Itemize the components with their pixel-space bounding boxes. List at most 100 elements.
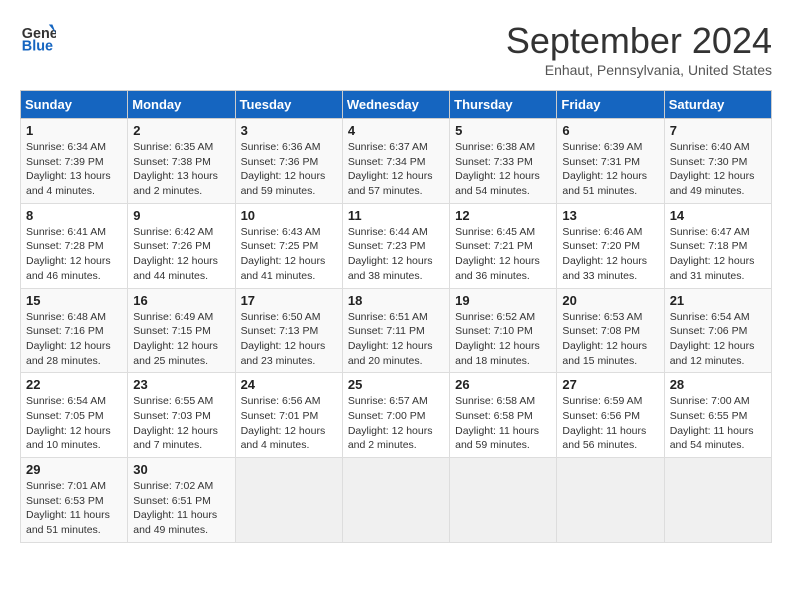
day-number: 18 xyxy=(348,293,444,308)
day-detail: Sunrise: 6:45 AMSunset: 7:21 PMDaylight:… xyxy=(455,225,551,284)
day-number: 10 xyxy=(241,208,337,223)
calendar-cell: 6 Sunrise: 6:39 AMSunset: 7:31 PMDayligh… xyxy=(557,119,664,204)
day-detail: Sunrise: 6:56 AMSunset: 7:01 PMDaylight:… xyxy=(241,394,337,453)
day-number: 28 xyxy=(670,377,766,392)
day-detail: Sunrise: 6:42 AMSunset: 7:26 PMDaylight:… xyxy=(133,225,229,284)
calendar-title: September 2024 xyxy=(506,20,772,62)
day-number: 13 xyxy=(562,208,658,223)
day-number: 11 xyxy=(348,208,444,223)
day-number: 3 xyxy=(241,123,337,138)
logo: General Blue xyxy=(20,20,56,56)
calendar-cell: 22 Sunrise: 6:54 AMSunset: 7:05 PMDaylig… xyxy=(21,373,128,458)
day-detail: Sunrise: 6:37 AMSunset: 7:34 PMDaylight:… xyxy=(348,140,444,199)
day-number: 24 xyxy=(241,377,337,392)
day-number: 2 xyxy=(133,123,229,138)
header-monday: Monday xyxy=(128,91,235,119)
day-detail: Sunrise: 6:39 AMSunset: 7:31 PMDaylight:… xyxy=(562,140,658,199)
calendar-cell: 7 Sunrise: 6:40 AMSunset: 7:30 PMDayligh… xyxy=(664,119,771,204)
page-header: General Blue September 2024 Enhaut, Penn… xyxy=(20,20,772,78)
day-number: 19 xyxy=(455,293,551,308)
day-number: 8 xyxy=(26,208,122,223)
day-detail: Sunrise: 6:35 AMSunset: 7:38 PMDaylight:… xyxy=(133,140,229,199)
day-detail: Sunrise: 6:40 AMSunset: 7:30 PMDaylight:… xyxy=(670,140,766,199)
day-detail: Sunrise: 6:36 AMSunset: 7:36 PMDaylight:… xyxy=(241,140,337,199)
svg-text:Blue: Blue xyxy=(22,39,53,55)
calendar-cell: 11 Sunrise: 6:44 AMSunset: 7:23 PMDaylig… xyxy=(342,203,449,288)
calendar-cell: 24 Sunrise: 6:56 AMSunset: 7:01 PMDaylig… xyxy=(235,373,342,458)
day-number: 12 xyxy=(455,208,551,223)
calendar-cell: 29 Sunrise: 7:01 AMSunset: 6:53 PMDaylig… xyxy=(21,458,128,543)
logo-icon: General Blue xyxy=(20,20,56,56)
calendar-cell: 13 Sunrise: 6:46 AMSunset: 7:20 PMDaylig… xyxy=(557,203,664,288)
calendar-cell: 14 Sunrise: 6:47 AMSunset: 7:18 PMDaylig… xyxy=(664,203,771,288)
day-number: 23 xyxy=(133,377,229,392)
calendar-cell: 17 Sunrise: 6:50 AMSunset: 7:13 PMDaylig… xyxy=(235,288,342,373)
calendar-cell xyxy=(342,458,449,543)
calendar-cell xyxy=(235,458,342,543)
calendar-cell: 23 Sunrise: 6:55 AMSunset: 7:03 PMDaylig… xyxy=(128,373,235,458)
day-detail: Sunrise: 6:59 AMSunset: 6:56 PMDaylight:… xyxy=(562,394,658,453)
calendar-week-row: 29 Sunrise: 7:01 AMSunset: 6:53 PMDaylig… xyxy=(21,458,772,543)
day-detail: Sunrise: 7:02 AMSunset: 6:51 PMDaylight:… xyxy=(133,479,229,538)
calendar-cell: 4 Sunrise: 6:37 AMSunset: 7:34 PMDayligh… xyxy=(342,119,449,204)
day-number: 22 xyxy=(26,377,122,392)
day-detail: Sunrise: 6:43 AMSunset: 7:25 PMDaylight:… xyxy=(241,225,337,284)
calendar-cell: 27 Sunrise: 6:59 AMSunset: 6:56 PMDaylig… xyxy=(557,373,664,458)
day-detail: Sunrise: 6:34 AMSunset: 7:39 PMDaylight:… xyxy=(26,140,122,199)
calendar-week-row: 8 Sunrise: 6:41 AMSunset: 7:28 PMDayligh… xyxy=(21,203,772,288)
calendar-cell: 30 Sunrise: 7:02 AMSunset: 6:51 PMDaylig… xyxy=(128,458,235,543)
day-detail: Sunrise: 6:38 AMSunset: 7:33 PMDaylight:… xyxy=(455,140,551,199)
day-number: 20 xyxy=(562,293,658,308)
day-number: 25 xyxy=(348,377,444,392)
day-detail: Sunrise: 6:51 AMSunset: 7:11 PMDaylight:… xyxy=(348,310,444,369)
header-thursday: Thursday xyxy=(450,91,557,119)
weekday-header-row: Sunday Monday Tuesday Wednesday Thursday… xyxy=(21,91,772,119)
header-wednesday: Wednesday xyxy=(342,91,449,119)
day-detail: Sunrise: 6:48 AMSunset: 7:16 PMDaylight:… xyxy=(26,310,122,369)
day-detail: Sunrise: 6:53 AMSunset: 7:08 PMDaylight:… xyxy=(562,310,658,369)
header-friday: Friday xyxy=(557,91,664,119)
day-detail: Sunrise: 6:52 AMSunset: 7:10 PMDaylight:… xyxy=(455,310,551,369)
calendar-cell: 10 Sunrise: 6:43 AMSunset: 7:25 PMDaylig… xyxy=(235,203,342,288)
calendar-cell: 20 Sunrise: 6:53 AMSunset: 7:08 PMDaylig… xyxy=(557,288,664,373)
calendar-week-row: 15 Sunrise: 6:48 AMSunset: 7:16 PMDaylig… xyxy=(21,288,772,373)
calendar-cell: 8 Sunrise: 6:41 AMSunset: 7:28 PMDayligh… xyxy=(21,203,128,288)
calendar-cell xyxy=(664,458,771,543)
day-detail: Sunrise: 6:41 AMSunset: 7:28 PMDaylight:… xyxy=(26,225,122,284)
day-number: 1 xyxy=(26,123,122,138)
day-number: 26 xyxy=(455,377,551,392)
day-number: 14 xyxy=(670,208,766,223)
title-block: September 2024 Enhaut, Pennsylvania, Uni… xyxy=(506,20,772,78)
day-number: 16 xyxy=(133,293,229,308)
day-detail: Sunrise: 6:49 AMSunset: 7:15 PMDaylight:… xyxy=(133,310,229,369)
day-detail: Sunrise: 6:57 AMSunset: 7:00 PMDaylight:… xyxy=(348,394,444,453)
day-detail: Sunrise: 6:58 AMSunset: 6:58 PMDaylight:… xyxy=(455,394,551,453)
day-number: 27 xyxy=(562,377,658,392)
day-number: 4 xyxy=(348,123,444,138)
header-sunday: Sunday xyxy=(21,91,128,119)
calendar-cell: 9 Sunrise: 6:42 AMSunset: 7:26 PMDayligh… xyxy=(128,203,235,288)
day-detail: Sunrise: 6:55 AMSunset: 7:03 PMDaylight:… xyxy=(133,394,229,453)
calendar-cell: 18 Sunrise: 6:51 AMSunset: 7:11 PMDaylig… xyxy=(342,288,449,373)
calendar-cell: 26 Sunrise: 6:58 AMSunset: 6:58 PMDaylig… xyxy=(450,373,557,458)
day-detail: Sunrise: 6:54 AMSunset: 7:06 PMDaylight:… xyxy=(670,310,766,369)
calendar-cell: 19 Sunrise: 6:52 AMSunset: 7:10 PMDaylig… xyxy=(450,288,557,373)
calendar-cell: 25 Sunrise: 6:57 AMSunset: 7:00 PMDaylig… xyxy=(342,373,449,458)
day-detail: Sunrise: 6:54 AMSunset: 7:05 PMDaylight:… xyxy=(26,394,122,453)
calendar-cell: 3 Sunrise: 6:36 AMSunset: 7:36 PMDayligh… xyxy=(235,119,342,204)
calendar-cell: 21 Sunrise: 6:54 AMSunset: 7:06 PMDaylig… xyxy=(664,288,771,373)
day-detail: Sunrise: 7:01 AMSunset: 6:53 PMDaylight:… xyxy=(26,479,122,538)
calendar-cell: 1 Sunrise: 6:34 AMSunset: 7:39 PMDayligh… xyxy=(21,119,128,204)
day-number: 29 xyxy=(26,462,122,477)
calendar-week-row: 22 Sunrise: 6:54 AMSunset: 7:05 PMDaylig… xyxy=(21,373,772,458)
day-detail: Sunrise: 6:46 AMSunset: 7:20 PMDaylight:… xyxy=(562,225,658,284)
day-number: 7 xyxy=(670,123,766,138)
day-number: 6 xyxy=(562,123,658,138)
day-number: 5 xyxy=(455,123,551,138)
day-detail: Sunrise: 6:50 AMSunset: 7:13 PMDaylight:… xyxy=(241,310,337,369)
day-detail: Sunrise: 6:44 AMSunset: 7:23 PMDaylight:… xyxy=(348,225,444,284)
day-number: 30 xyxy=(133,462,229,477)
calendar-cell xyxy=(450,458,557,543)
day-detail: Sunrise: 6:47 AMSunset: 7:18 PMDaylight:… xyxy=(670,225,766,284)
day-number: 17 xyxy=(241,293,337,308)
